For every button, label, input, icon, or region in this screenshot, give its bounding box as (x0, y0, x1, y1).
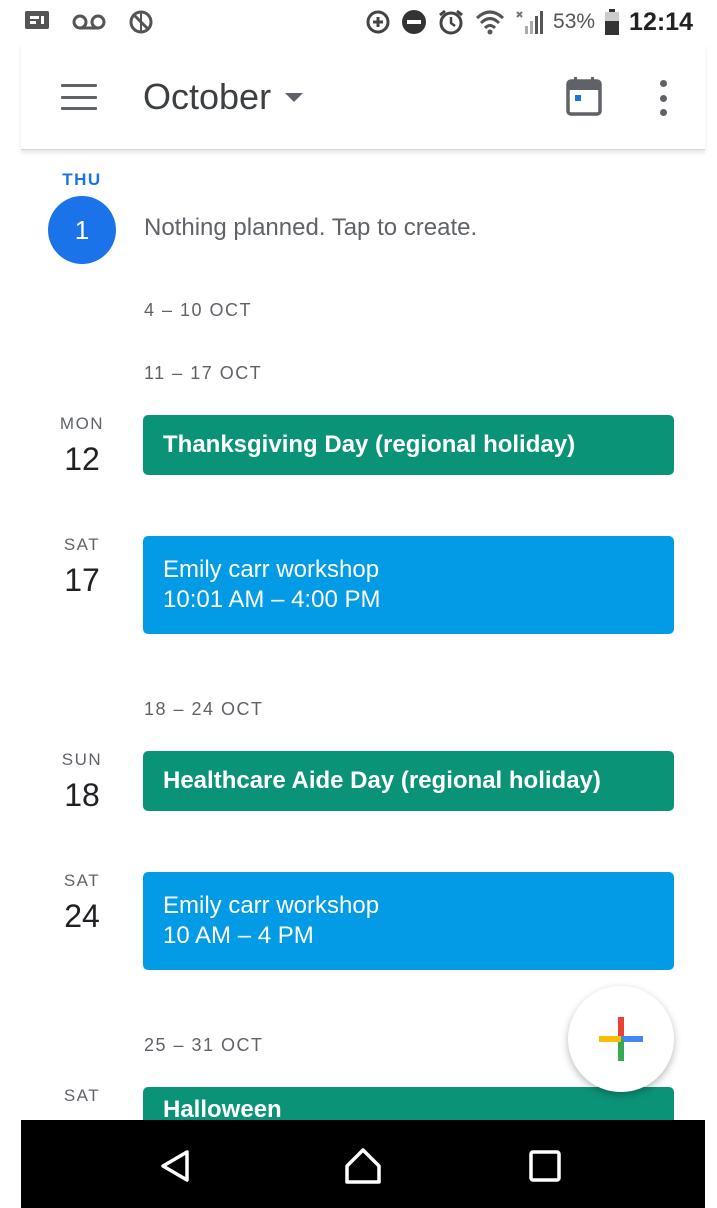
event-chip[interactable]: Emily carr workshop 10:01 AM – 4:00 PM (143, 536, 674, 634)
alarm-icon (437, 8, 465, 36)
battery-icon (605, 9, 620, 35)
plus-icon (599, 1017, 643, 1061)
day-number[interactable]: 17 (42, 562, 122, 599)
day-number[interactable]: 24 (42, 898, 122, 935)
event-title: Thanksgiving Day (regional holiday) (163, 431, 576, 458)
navigation-bar (21, 1120, 705, 1208)
sync-off-icon (128, 9, 154, 35)
signal-icon (515, 8, 544, 36)
day-number[interactable]: 18 (42, 777, 122, 814)
event-time: 10 AM – 4 PM (163, 922, 314, 949)
home-icon[interactable] (341, 1144, 385, 1188)
create-event-button[interactable] (568, 986, 674, 1092)
nothing-planned-message[interactable]: Nothing planned. Tap to create. (144, 214, 477, 242)
event-time: 10:01 AM – 4:00 PM (163, 586, 381, 613)
chevron-down-icon (285, 92, 304, 102)
data-saver-icon (365, 9, 391, 35)
event-chip[interactable]: Emily carr workshop 10 AM – 4 PM (143, 872, 674, 970)
recents-icon[interactable] (523, 1144, 567, 1188)
battery-percent: 53% (553, 10, 596, 33)
calendar-today-icon[interactable] (566, 76, 602, 116)
do-not-disturb-icon (401, 9, 427, 35)
event-chip[interactable]: Healthcare Aide Day (regional holiday) (143, 751, 674, 811)
back-icon[interactable] (153, 1144, 197, 1188)
day-name: SAT (63, 871, 101, 890)
status-bar: 53% 12:14 (0, 0, 717, 44)
day-name: SUN (61, 750, 103, 769)
menu-icon[interactable] (61, 82, 97, 112)
today-day-name: THU (62, 170, 102, 189)
week-label: 11 – 17 OCT (144, 363, 263, 383)
status-clock: 12:14 (629, 7, 693, 36)
day-name: SAT (63, 1086, 101, 1105)
month-selector[interactable]: October (143, 70, 304, 124)
day-name: MON (59, 414, 105, 433)
event-title: Emily carr workshop (163, 892, 380, 919)
event-chip[interactable]: Thanksgiving Day (regional holiday) (143, 415, 674, 475)
today-date-circle[interactable]: 1 (48, 196, 116, 264)
event-title: Emily carr workshop (163, 556, 380, 583)
app-bar: October (21, 44, 705, 150)
wifi-icon (475, 9, 505, 35)
week-label: 4 – 10 OCT (144, 300, 253, 320)
notification-icon (24, 10, 50, 34)
voicemail-icon (72, 12, 106, 32)
week-label: 18 – 24 OCT (144, 699, 264, 719)
week-label: 25 – 31 OCT (144, 1035, 264, 1055)
month-title: October (143, 76, 272, 117)
day-number[interactable]: 12 (42, 441, 122, 478)
day-name: SAT (63, 535, 101, 554)
event-title: Healthcare Aide Day (regional holiday) (163, 767, 601, 794)
more-vert-icon[interactable] (651, 80, 675, 116)
